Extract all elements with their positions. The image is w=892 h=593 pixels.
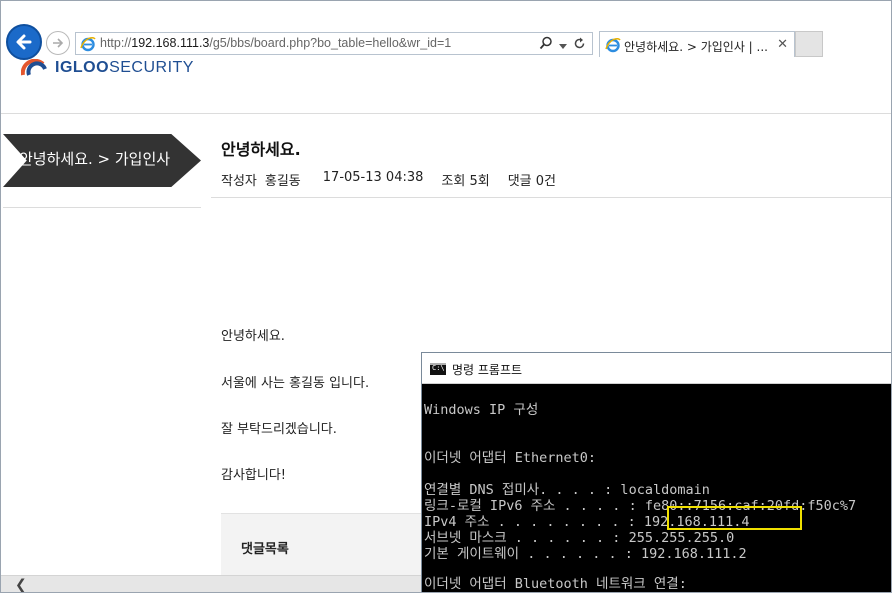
address-tools bbox=[539, 35, 586, 53]
post-body-line: 서울에 사는 홍길동 입니다. bbox=[221, 376, 370, 391]
ie-tab-icon bbox=[605, 37, 621, 53]
screenshot-frame: http://192.168.111.3/g5/bbs/board.php?bo… bbox=[0, 0, 892, 593]
post-title: 안녕하세요. bbox=[221, 140, 301, 159]
ipv4-highlight-box bbox=[667, 506, 802, 530]
post-body-line: 감사합니다! bbox=[221, 468, 287, 483]
logo-text-thin: SECURITY bbox=[109, 59, 194, 76]
back-button[interactable] bbox=[6, 24, 42, 60]
cmd-icon: C:\ bbox=[430, 363, 446, 375]
logo-text: IGLOOSECURITY bbox=[55, 59, 194, 77]
console-line: 이더넷 어댑터 Bluetooth 네트워크 연결: bbox=[424, 576, 687, 592]
cmd-titlebar[interactable]: C:\ 명령 프롬프트 bbox=[422, 353, 891, 384]
url-path: /g5/bbs/board.php?bo_table=hello&wr_id=1 bbox=[209, 36, 452, 50]
new-tab-button[interactable] bbox=[795, 31, 823, 57]
post-date: 17-05-13 04:38 bbox=[322, 170, 424, 185]
sidebar-banner-label[interactable]: 안녕하세요. > 가입인사 bbox=[19, 148, 170, 169]
arrow-right-icon bbox=[53, 38, 64, 48]
command-prompt-window[interactable]: C:\ 명령 프롬프트 Windows IP 구성 이더넷 어댑터 Ethern… bbox=[421, 352, 891, 592]
search-icon[interactable] bbox=[539, 35, 553, 54]
horizontal-scrollbar[interactable]: ❮ bbox=[1, 575, 421, 592]
logo-text-bold: IGLOO bbox=[55, 59, 110, 76]
console-line: 기본 게이트웨이 . . . . . . : 192.168.111.2 bbox=[424, 546, 747, 562]
browser-tab[interactable]: 안녕하세요. > 가입인사 | ... ✕ bbox=[599, 31, 795, 57]
chevron-down-icon[interactable] bbox=[559, 35, 567, 54]
url-prefix: http:// bbox=[100, 36, 132, 50]
author-label: 작성자 bbox=[221, 174, 257, 189]
sidebar-divider bbox=[3, 207, 201, 208]
logo-mark-icon bbox=[21, 59, 47, 76]
forward-button[interactable] bbox=[46, 31, 70, 55]
post-body-line: 안녕하세요. bbox=[221, 329, 285, 344]
console-line: 이더넷 어댑터 Ethernet0: bbox=[424, 450, 597, 466]
close-icon[interactable]: ✕ bbox=[777, 37, 788, 52]
cmd-title: 명령 프롬프트 bbox=[452, 363, 523, 377]
post-divider bbox=[211, 197, 891, 198]
comments-section-label: 댓글목록 bbox=[241, 542, 289, 557]
address-bar[interactable]: http://192.168.111.3/g5/bbs/board.php?bo… bbox=[75, 32, 593, 55]
tab-title: 안녕하세요. > 가입인사 | ... bbox=[624, 40, 768, 54]
post-views: 조회 5회 bbox=[441, 174, 490, 189]
cmd-icon-text: C:\ bbox=[432, 364, 445, 372]
post-meta: 작성자 홍길동 17-05-13 04:38 조회 5회 댓글 0건 bbox=[221, 170, 556, 189]
post-body-line: 잘 부탁드리겠습니다. bbox=[221, 422, 337, 437]
comments-section: 댓글목록 bbox=[221, 513, 421, 575]
igloo-logo[interactable]: IGLOOSECURITY bbox=[21, 57, 194, 79]
refresh-icon[interactable] bbox=[573, 35, 586, 54]
ie-icon bbox=[80, 36, 96, 52]
console-line: Windows IP 구성 bbox=[424, 402, 539, 418]
arrow-left-icon bbox=[16, 34, 32, 50]
post-comments-count: 댓글 0건 bbox=[507, 174, 556, 189]
cmd-console[interactable]: Windows IP 구성 이더넷 어댑터 Ethernet0: 연결별 DNS… bbox=[422, 384, 891, 592]
author-name[interactable]: 홍길동 bbox=[265, 170, 301, 189]
url-host: 192.168.111.3 bbox=[131, 36, 210, 50]
url-text[interactable]: http://192.168.111.3/g5/bbs/board.php?bo… bbox=[100, 36, 451, 50]
scroll-left-icon[interactable]: ❮ bbox=[15, 577, 27, 592]
browser-chrome: http://192.168.111.3/g5/bbs/board.php?bo… bbox=[1, 1, 891, 60]
header-divider bbox=[1, 113, 891, 114]
